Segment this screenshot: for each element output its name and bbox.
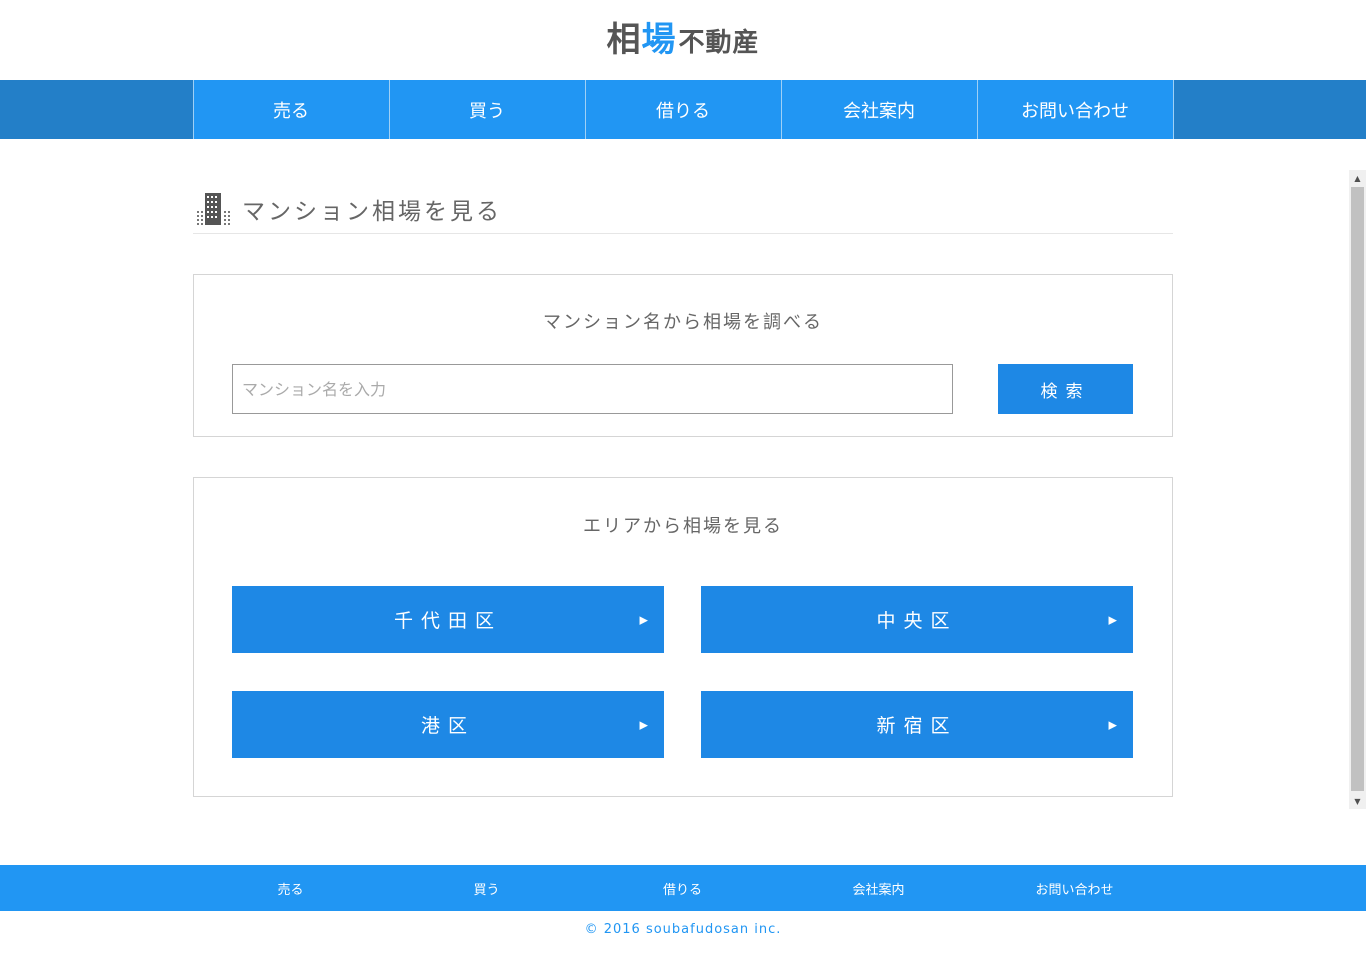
scroll-up-icon[interactable]: ▲	[1349, 170, 1366, 186]
main-content: マンション相場を見る マンション名から相場を調べる 検索 エリアから相場を見る …	[193, 186, 1173, 797]
arrow-right-icon: ▶	[639, 613, 648, 626]
footer-nav-company[interactable]: 会社案内	[781, 865, 977, 911]
nav-item-rent[interactable]: 借りる	[585, 80, 782, 139]
scroll-down-icon[interactable]: ▼	[1349, 793, 1366, 809]
area-button-minato[interactable]: 港区 ▶	[232, 691, 664, 758]
nav-item-company[interactable]: 会社案内	[781, 80, 978, 139]
site-header: 相 場 不動産	[0, 0, 1366, 80]
area-panel: エリアから相場を見る 千代田区 ▶ 中央区 ▶ 港区 ▶ 新宿区 ▶	[193, 477, 1173, 797]
area-label: 新宿区	[876, 715, 958, 737]
area-button-shinjuku[interactable]: 新宿区 ▶	[701, 691, 1133, 758]
arrow-right-icon: ▶	[639, 718, 648, 731]
search-input[interactable]	[232, 364, 953, 414]
area-button-chiyoda[interactable]: 千代田区 ▶	[232, 586, 664, 653]
footer-nav-sell[interactable]: 売る	[193, 865, 389, 911]
area-label: 千代田区	[393, 610, 502, 632]
footer-nav-buy[interactable]: 買う	[389, 865, 585, 911]
search-panel: マンション名から相場を調べる 検索	[193, 274, 1173, 437]
scrollbar-thumb[interactable]	[1351, 187, 1364, 791]
search-heading: マンション名から相場を調べる	[543, 312, 823, 333]
area-grid: 千代田区 ▶ 中央区 ▶ 港区 ▶ 新宿区 ▶	[232, 586, 1133, 758]
area-button-chuo[interactable]: 中央区 ▶	[701, 586, 1133, 653]
building-icon	[197, 192, 230, 225]
area-heading: エリアから相場を見る	[583, 516, 783, 537]
page-title: マンション相場を見る	[242, 198, 502, 225]
search-row: 検索	[232, 364, 1133, 414]
logo-part-3: 不動産	[678, 28, 760, 58]
area-label: 中央区	[876, 610, 958, 632]
footer-nav-rent[interactable]: 借りる	[585, 865, 781, 911]
copyright: © 2016 soubafudosan inc.	[584, 922, 782, 937]
top-nav: 売る 買う 借りる 会社案内 お問い合わせ	[0, 80, 1366, 139]
logo-part-1: 相	[606, 20, 642, 60]
arrow-right-icon: ▶	[1108, 718, 1117, 731]
nav-item-sell[interactable]: 売る	[193, 80, 390, 139]
scrollbar[interactable]: ▲ ▼	[1349, 170, 1366, 809]
area-label: 港区	[420, 715, 475, 737]
footer-nav: 売る 買う 借りる 会社案内 お問い合わせ	[0, 865, 1366, 911]
nav-item-buy[interactable]: 買う	[389, 80, 586, 139]
footer-nav-contact[interactable]: お問い合わせ	[977, 865, 1173, 911]
site-logo[interactable]: 相 場 不動産	[606, 23, 759, 57]
nav-item-contact[interactable]: お問い合わせ	[977, 80, 1174, 139]
search-button[interactable]: 検索	[998, 364, 1133, 414]
logo-part-2: 場	[641, 20, 677, 60]
arrow-right-icon: ▶	[1108, 613, 1117, 626]
page-title-bar: マンション相場を見る	[193, 186, 1173, 234]
